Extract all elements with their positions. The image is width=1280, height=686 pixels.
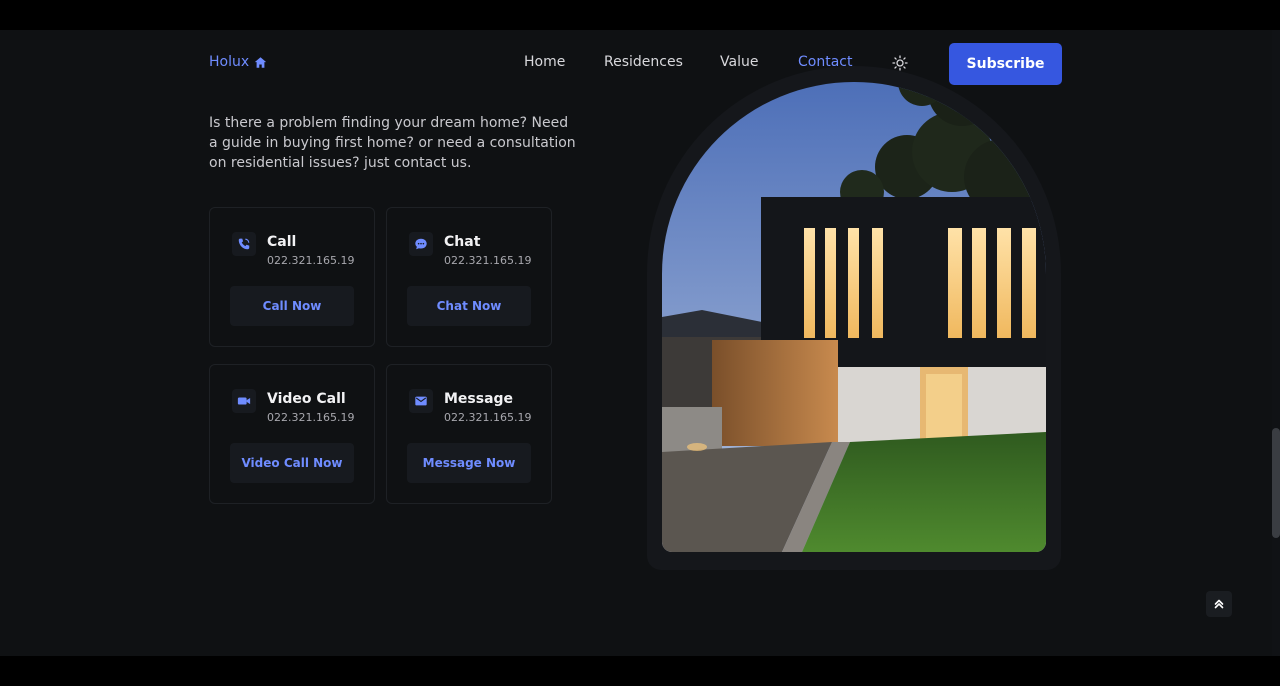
card-title: Video Call — [267, 391, 346, 407]
contact-card-message: Message 022.321.165.19 Message Now — [386, 364, 552, 504]
chat-now-button[interactable]: Chat Now — [407, 286, 531, 326]
card-title: Chat — [444, 234, 481, 250]
card-number: 022.321.165.19 — [267, 411, 355, 424]
double-chevron-up-icon — [1214, 599, 1224, 609]
contact-card-video-call: Video Call 022.321.165.19 Video Call Now — [209, 364, 375, 504]
message-now-button[interactable]: Message Now — [407, 443, 531, 483]
envelope-icon — [415, 396, 427, 406]
subscribe-button[interactable]: Subscribe — [949, 43, 1062, 85]
scrollbar-track[interactable] — [1272, 30, 1280, 656]
nav-value[interactable]: Value — [720, 54, 758, 70]
card-icon-box — [232, 232, 256, 256]
house-image — [662, 82, 1046, 552]
scroll-to-top-button[interactable] — [1206, 591, 1232, 617]
card-number: 022.321.165.19 — [267, 254, 355, 267]
card-icon-box — [409, 389, 433, 413]
sun-icon[interactable] — [892, 55, 908, 71]
contact-card-call: Call 022.321.165.19 Call Now — [209, 207, 375, 347]
card-icon-box — [232, 389, 256, 413]
card-number: 022.321.165.19 — [444, 254, 532, 267]
brand-logo[interactable]: Holux — [209, 54, 267, 70]
card-icon-box — [409, 232, 433, 256]
contact-intro: Is there a problem finding your dream ho… — [209, 115, 576, 171]
card-title: Message — [444, 391, 514, 407]
contact-card-chat: Chat 022.321.165.19 Chat Now — [386, 207, 552, 347]
nav-residences[interactable]: Residences — [604, 54, 683, 70]
video-camera-icon — [237, 397, 251, 405]
scrollbar-thumb[interactable] — [1272, 428, 1280, 538]
brand-name: Holux — [209, 54, 250, 70]
card-number: 022.321.165.19 — [444, 411, 532, 424]
nav-home[interactable]: Home — [524, 54, 565, 70]
phone-icon — [238, 238, 250, 250]
card-title: Call — [267, 234, 297, 250]
page-viewport: Holux Home Residences Value Contact Subs… — [0, 30, 1280, 656]
call-now-button[interactable]: Call Now — [230, 286, 354, 326]
video-call-now-button[interactable]: Video Call Now — [230, 443, 354, 483]
chat-icon — [415, 238, 427, 250]
house-icon — [254, 56, 267, 68]
